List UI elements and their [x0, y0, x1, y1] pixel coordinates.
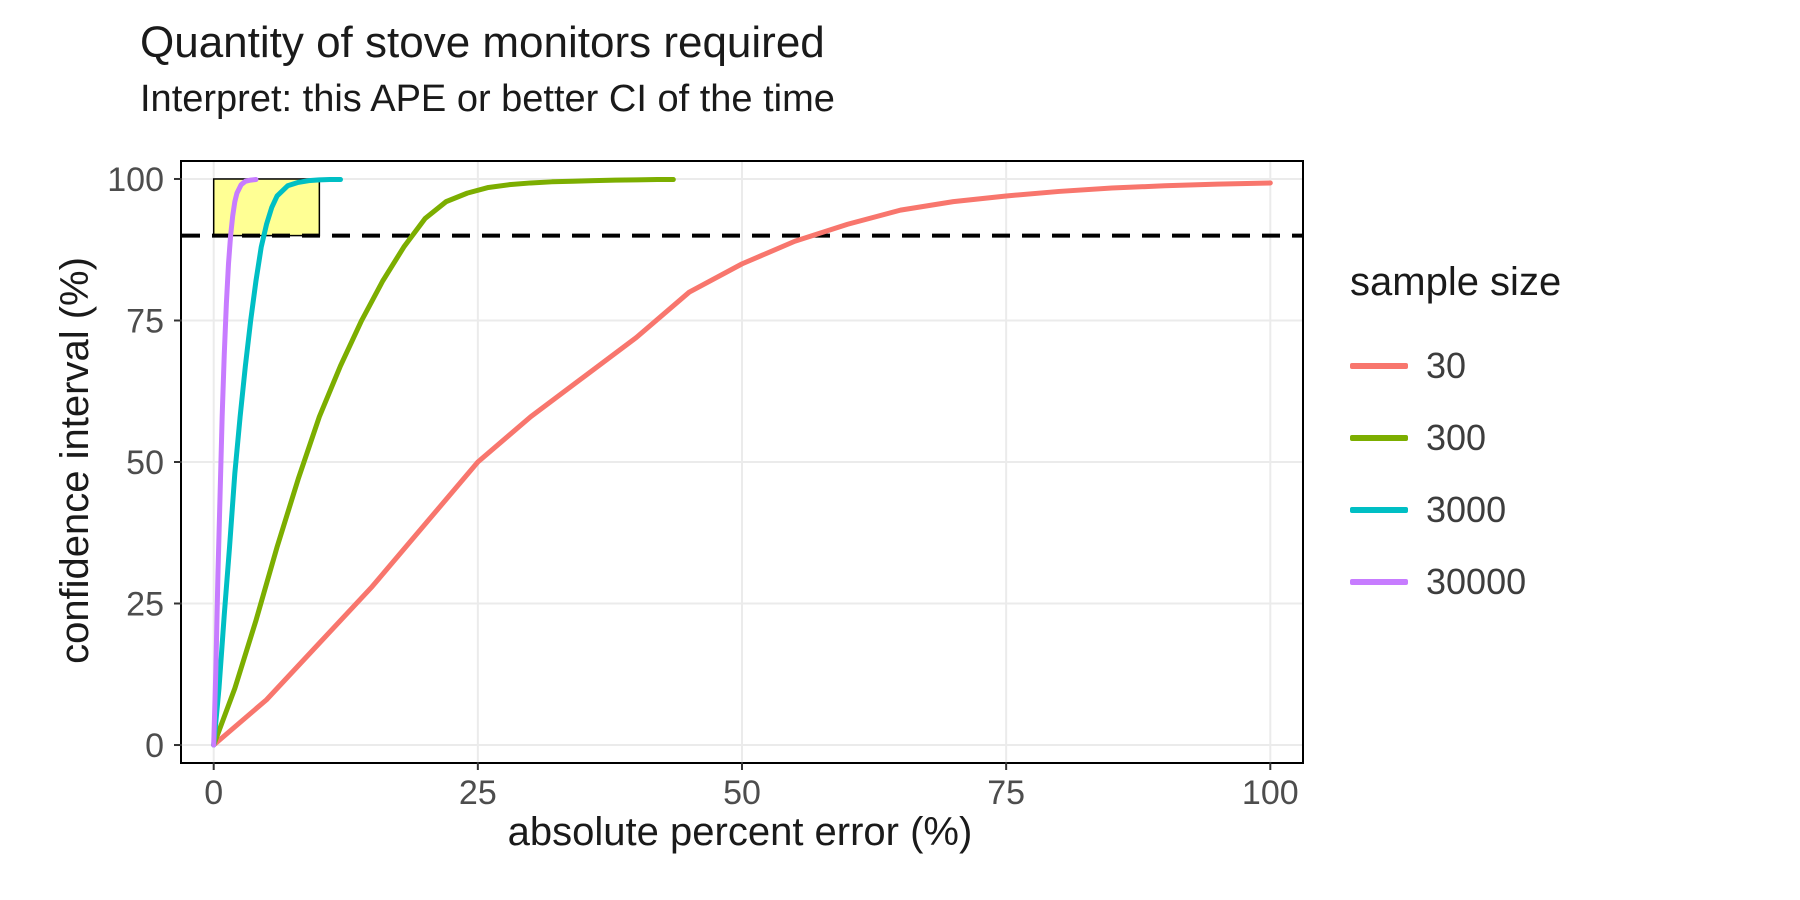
legend-swatch: [1350, 435, 1408, 441]
x-axis-title: absolute percent error (%): [180, 810, 1300, 855]
plot-svg: 02550751000255075100: [182, 162, 1302, 762]
legend-swatch: [1350, 579, 1408, 585]
legend-swatch: [1350, 507, 1408, 513]
y-tick-label: 75: [126, 302, 164, 340]
x-tick-label: 25: [459, 774, 497, 812]
x-tick-label: 75: [987, 774, 1025, 812]
legend: sample size 30 300 3000 30000: [1350, 260, 1561, 633]
legend-title: sample size: [1350, 260, 1561, 305]
plot-panel: 02550751000255075100: [180, 160, 1304, 764]
legend-swatch: [1350, 363, 1408, 369]
chart-subtitle: Interpret: this APE or better CI of the …: [140, 78, 835, 121]
chart-container: Quantity of stove monitors required Inte…: [0, 0, 1800, 900]
legend-item-3000: 3000: [1350, 489, 1561, 531]
legend-label: 3000: [1426, 489, 1506, 531]
x-tick-label: 50: [723, 774, 761, 812]
y-tick-label: 0: [145, 727, 164, 765]
legend-item-30: 30: [1350, 345, 1561, 387]
y-tick-label: 25: [126, 586, 164, 624]
legend-label: 30000: [1426, 561, 1526, 603]
legend-item-300: 300: [1350, 417, 1561, 459]
y-tick-label: 50: [126, 444, 164, 482]
legend-item-30000: 30000: [1350, 561, 1561, 603]
x-tick-label: 100: [1242, 774, 1299, 812]
chart-title: Quantity of stove monitors required: [140, 18, 825, 68]
x-tick-label: 0: [204, 774, 223, 812]
y-axis-title: confidence interval (%): [55, 160, 95, 760]
y-tick-label: 100: [107, 161, 164, 199]
legend-label: 300: [1426, 417, 1486, 459]
legend-label: 30: [1426, 345, 1466, 387]
